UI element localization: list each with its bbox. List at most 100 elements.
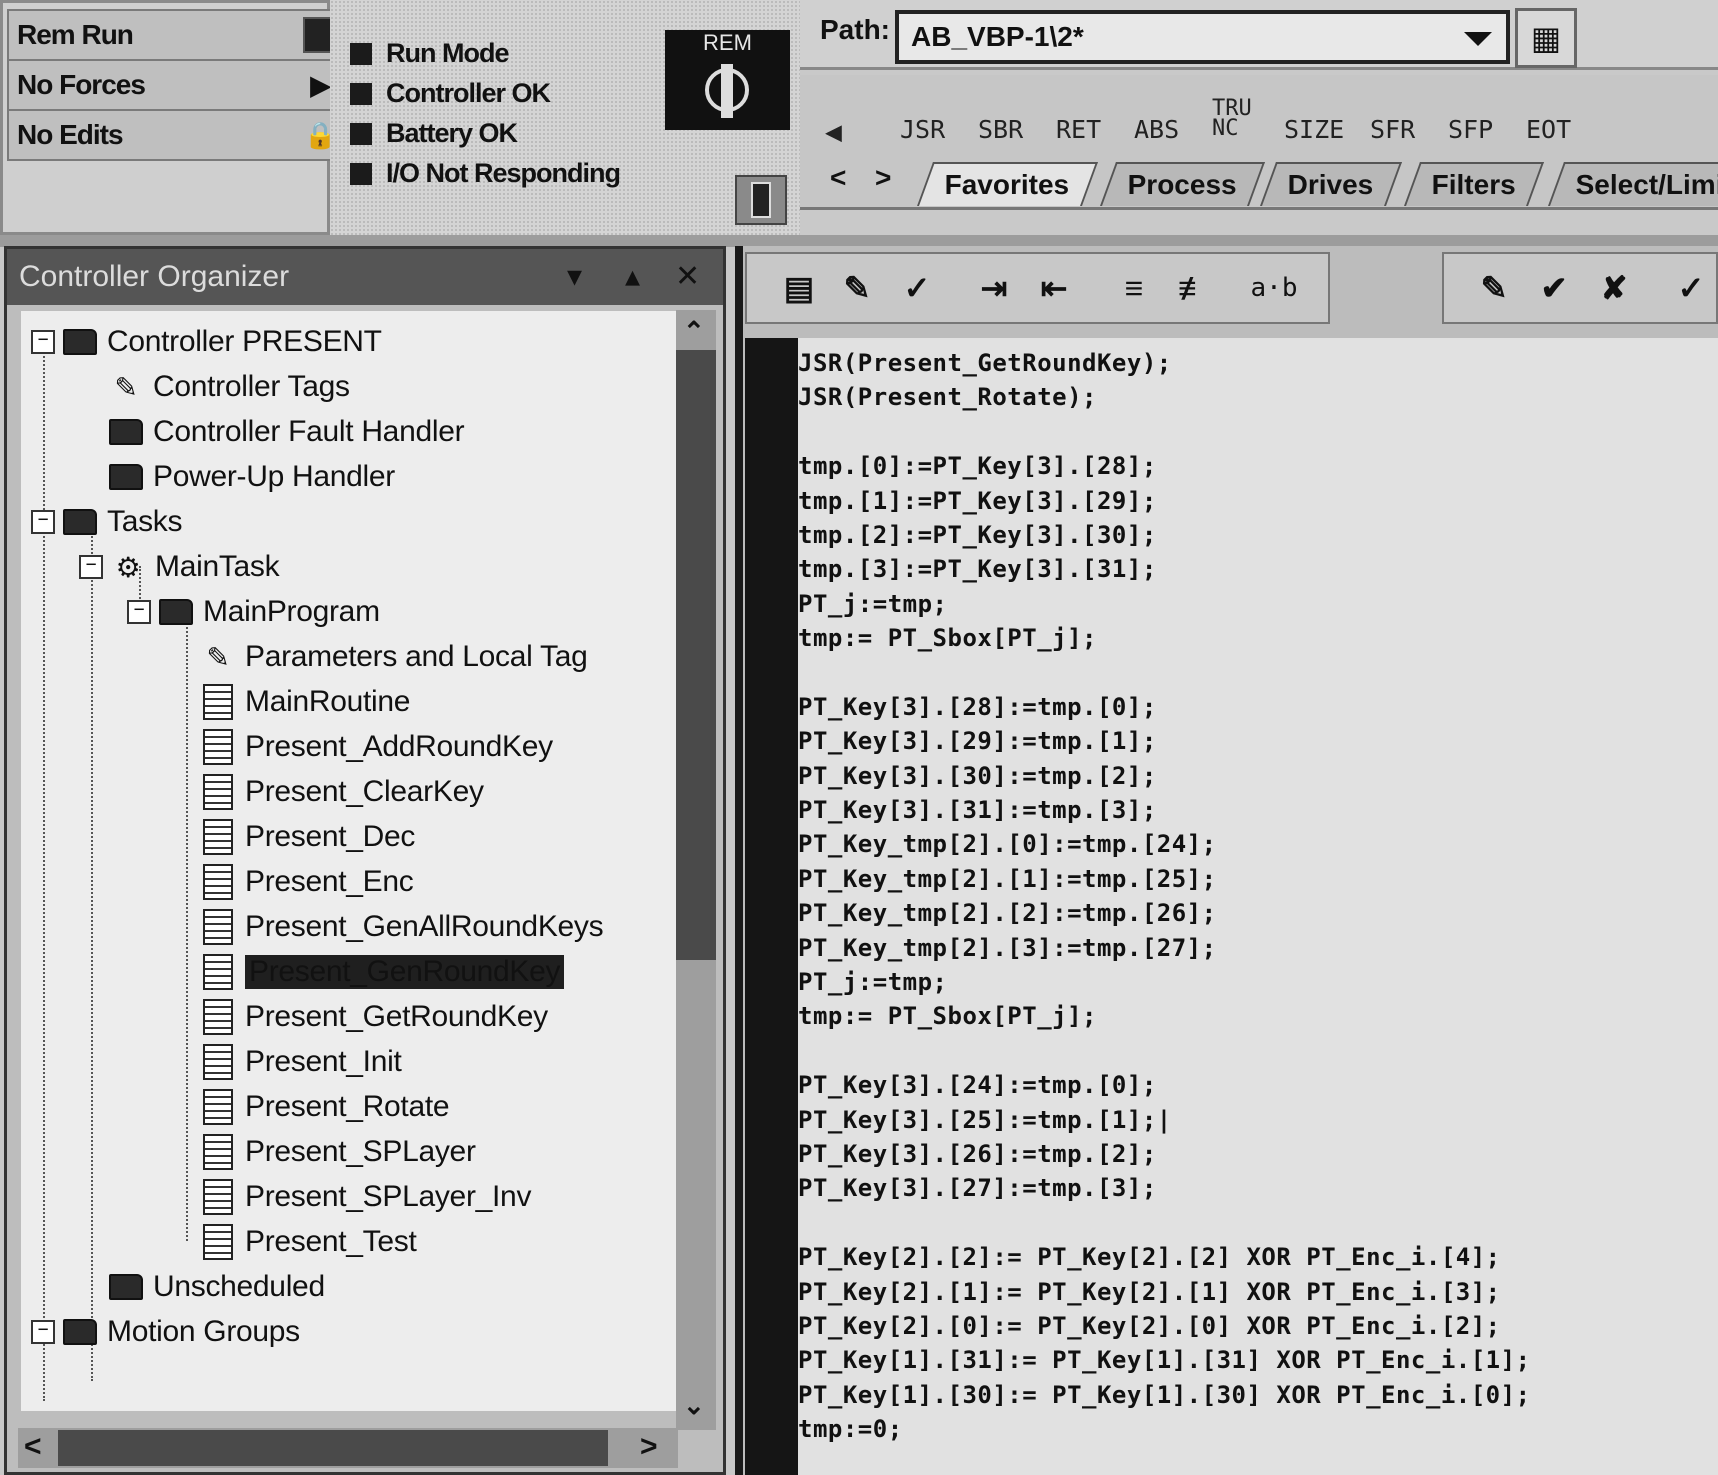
tree-item-routine[interactable]: Present_Enc xyxy=(201,859,414,905)
organizer-horizontal-scroll-thumb[interactable] xyxy=(58,1430,608,1466)
code-line[interactable]: tmp.[2]:=PT_Key[3].[30]; xyxy=(798,518,1718,552)
code-line[interactable]: PT_Key[1].[31]:= PT_Key[1].[31] XOR PT_E… xyxy=(798,1343,1718,1377)
tab-scroll-left-icon[interactable]: < xyxy=(830,162,846,194)
tab-process[interactable]: Process xyxy=(1099,162,1265,206)
collapse-icon[interactable]: − xyxy=(31,330,55,354)
outdent-icon[interactable]: ⇤ xyxy=(1032,266,1076,310)
scroll-left-icon[interactable]: < xyxy=(24,1430,42,1464)
instr-ret[interactable]: RET xyxy=(1056,115,1101,144)
edit-properties-icon[interactable]: ✎ xyxy=(835,266,879,310)
code-line[interactable]: tmp.[3]:=PT_Key[3].[31]; xyxy=(798,552,1718,586)
indent-icon[interactable]: ⇥ xyxy=(972,266,1016,310)
accept-edits-icon[interactable]: ✔ xyxy=(1532,266,1576,310)
run-status[interactable]: Rem Run xyxy=(7,9,347,61)
code-line[interactable]: tmp:= PT_Sbox[PT_j]; xyxy=(798,621,1718,655)
instr-abs[interactable]: ABS xyxy=(1134,115,1179,144)
code-line[interactable]: JSR(Present_GetRoundKey); xyxy=(798,346,1718,380)
toggle-edit-icon[interactable]: ✓ xyxy=(895,266,939,310)
code-line[interactable]: PT_Key[3].[31]:=tmp.[3]; xyxy=(798,793,1718,827)
properties-icon[interactable]: ▤ xyxy=(777,266,821,310)
code-line[interactable] xyxy=(798,656,1718,690)
code-line[interactable]: PT_Key[3].[28]:=tmp.[0]; xyxy=(798,690,1718,724)
tree-item-routine[interactable]: Present_Rotate xyxy=(201,1084,450,1130)
tree-item-tasks[interactable]: − Tasks xyxy=(31,499,182,545)
collapse-icon[interactable]: − xyxy=(31,510,55,534)
structured-text-editor[interactable]: JSR(Present_GetRoundKey); JSR(Present_Rot… xyxy=(798,338,1718,1475)
tree-item-routine[interactable]: Present_ClearKey xyxy=(201,769,484,815)
tree-item-controller[interactable]: − Controller PRESENT xyxy=(31,319,382,365)
code-line[interactable]: tmp:=0; xyxy=(798,1412,1718,1446)
instr-size[interactable]: SIZE xyxy=(1284,115,1344,144)
code-line[interactable]: PT_Key_tmp[2].[1]:=tmp.[25]; xyxy=(798,862,1718,896)
code-line[interactable]: tmp:= PT_Sbox[PT_j]; xyxy=(798,999,1718,1033)
edits-status[interactable]: No Edits 🔒 xyxy=(7,109,347,161)
tab-favorites[interactable]: Favorites xyxy=(916,162,1098,206)
code-line[interactable] xyxy=(798,1206,1718,1240)
tree-item-unscheduled[interactable]: Unscheduled xyxy=(109,1264,325,1310)
tree-item-routine[interactable]: Present_SPLayer xyxy=(201,1129,476,1175)
scroll-up-icon[interactable]: ⌃ xyxy=(683,316,705,347)
code-line[interactable]: PT_Key[2].[2]:= PT_Key[2].[2] XOR PT_Enc… xyxy=(798,1240,1718,1274)
code-line[interactable]: PT_Key[3].[27]:=tmp.[3]; xyxy=(798,1171,1718,1205)
instr-jsr[interactable]: JSR xyxy=(900,115,945,144)
code-line[interactable]: PT_Key[3].[25]:=tmp.[1];| xyxy=(798,1103,1718,1137)
tab-select-limit[interactable]: Select/Limi xyxy=(1547,162,1718,206)
path-combobox[interactable]: AB_VBP-1\2* xyxy=(895,10,1510,64)
instr-sfp[interactable]: SFP xyxy=(1448,115,1493,144)
code-line[interactable]: PT_Key_tmp[2].[2]:=tmp.[26]; xyxy=(798,896,1718,930)
cancel-edits-icon[interactable]: ✘ xyxy=(1592,266,1636,310)
forces-status[interactable]: No Forces ▶ xyxy=(7,59,347,111)
tab-filters[interactable]: Filters xyxy=(1403,162,1545,206)
code-line[interactable]: PT_Key[1].[30]:= PT_Key[1].[30] XOR PT_E… xyxy=(798,1378,1718,1412)
tab-drives[interactable]: Drives xyxy=(1259,162,1402,206)
code-line[interactable]: PT_Key[3].[26]:=tmp.[2]; xyxy=(798,1137,1718,1171)
code-line[interactable]: PT_Key[3].[29]:=tmp.[1]; xyxy=(798,724,1718,758)
tree-item-power-up-handler[interactable]: Power-Up Handler xyxy=(109,454,395,500)
code-line[interactable]: PT_Key_tmp[2].[0]:=tmp.[24]; xyxy=(798,827,1718,861)
code-line[interactable] xyxy=(798,1034,1718,1068)
controller-properties-button[interactable] xyxy=(735,175,787,225)
pin-icon[interactable]: ▴ xyxy=(625,249,640,305)
tree-item-maintask[interactable]: − ⚙ MainTask xyxy=(79,544,280,590)
code-line[interactable]: JSR(Present_Rotate); xyxy=(798,380,1718,414)
code-line[interactable]: PT_Key_tmp[2].[3]:=tmp.[27]; xyxy=(798,931,1718,965)
code-line[interactable]: tmp.[0]:=PT_Key[3].[28]; xyxy=(798,449,1718,483)
organizer-vertical-scroll-thumb[interactable] xyxy=(676,350,716,960)
tree-item-routine[interactable]: Present_GetRoundKey xyxy=(201,994,548,1040)
tree-item-routine[interactable]: Present_SPLayer_Inv xyxy=(201,1174,531,1220)
code-line[interactable]: PT_Key[2].[1]:= PT_Key[2].[1] XOR PT_Enc… xyxy=(798,1275,1718,1309)
collapse-icon[interactable]: − xyxy=(127,600,151,624)
align-right-icon[interactable]: ≡ xyxy=(1112,266,1156,310)
dropdown-icon[interactable]: ▾ xyxy=(567,249,582,305)
tree-item-routine-selected[interactable]: Present_GenRoundKey xyxy=(201,949,565,995)
tab-scroll-right-icon[interactable]: > xyxy=(875,162,891,194)
instr-eot[interactable]: EOT xyxy=(1526,115,1571,144)
tree-item-routine[interactable]: Present_Dec xyxy=(201,814,415,860)
comment-icon[interactable]: ≢ xyxy=(1172,266,1216,310)
tree-item-mainprogram[interactable]: − MainProgram xyxy=(127,589,380,635)
verify-icon[interactable]: ✎ xyxy=(1472,266,1516,310)
code-line[interactable]: tmp.[1]:=PT_Key[3].[29]; xyxy=(798,484,1718,518)
code-line[interactable]: PT_Key[2].[0]:= PT_Key[2].[0] XOR PT_Enc… xyxy=(798,1309,1718,1343)
tree-item-routine[interactable]: Present_GenAllRoundKeys xyxy=(201,904,604,950)
code-line[interactable]: PT_Key[3].[30]:=tmp.[2]; xyxy=(798,759,1718,793)
tree-item-routine[interactable]: Present_Init xyxy=(201,1039,402,1085)
scroll-right-icon[interactable]: > xyxy=(640,1430,658,1464)
code-line[interactable] xyxy=(798,415,1718,449)
format-button[interactable]: a·b xyxy=(1251,266,1298,310)
tree-item-routine[interactable]: Present_AddRoundKey xyxy=(201,724,553,770)
code-line[interactable]: PT_j:=tmp; xyxy=(798,965,1718,999)
tree-item-routine[interactable]: Present_Test xyxy=(201,1219,417,1265)
collapse-icon[interactable]: − xyxy=(31,1320,55,1344)
tree-item-motion-groups[interactable]: − Motion Groups xyxy=(31,1309,300,1355)
scroll-down-icon[interactable]: ⌄ xyxy=(683,1390,705,1421)
network-browse-button[interactable]: ▦ xyxy=(1515,8,1577,68)
instr-sbr[interactable]: SBR xyxy=(978,115,1023,144)
chevron-down-icon[interactable] xyxy=(1464,32,1492,46)
tree-item-fault-handler[interactable]: Controller Fault Handler xyxy=(109,409,465,455)
instr-sfr[interactable]: SFR xyxy=(1370,115,1415,144)
code-line[interactable]: PT_Key[3].[24]:=tmp.[0]; xyxy=(798,1068,1718,1102)
scroll-left-arrow-icon[interactable]: ◀ xyxy=(825,115,842,148)
instr-trunc[interactable]: TRU NC xyxy=(1212,98,1252,140)
collapse-icon[interactable]: − xyxy=(79,555,103,579)
